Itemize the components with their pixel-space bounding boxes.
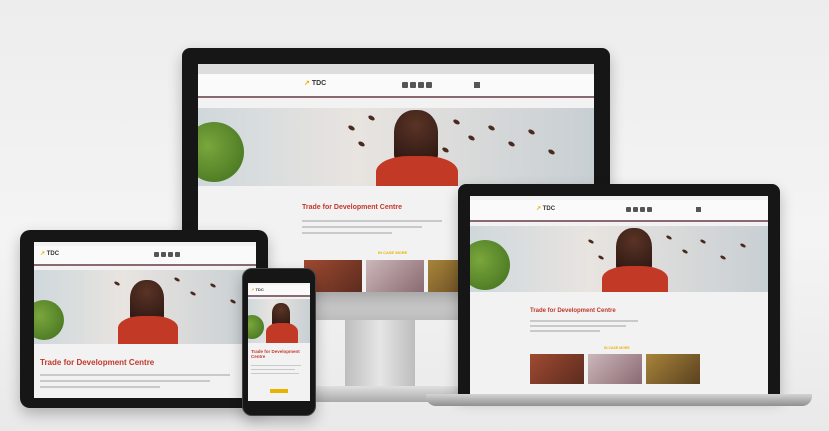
laptop-screen: ↗ TDC Trade for Development Centre IN CA… xyxy=(470,196,768,396)
nav-button[interactable] xyxy=(161,252,166,257)
logo-text: TDC xyxy=(542,206,556,212)
logo-mark: ↗ xyxy=(536,206,542,212)
tree-leaves xyxy=(34,300,64,340)
hero-title: Trade for Development Centre xyxy=(251,349,300,359)
laptop-base xyxy=(426,394,812,406)
hero-title: Trade for Development Centre xyxy=(530,308,616,314)
nav-button[interactable] xyxy=(410,82,416,88)
section-label: IN CASE MORE xyxy=(378,250,408,255)
logo-mark: ↗ xyxy=(40,251,46,257)
thumbnail[interactable] xyxy=(646,354,700,384)
laptop-bezel: ↗ TDC Trade for Development Centre IN CA… xyxy=(458,184,780,396)
farmer-figure xyxy=(616,228,652,270)
hero-image xyxy=(470,226,768,292)
site-header: ↗ TDC xyxy=(198,74,594,98)
monitor-stand xyxy=(345,318,415,390)
hero-image xyxy=(248,299,310,343)
site-logo[interactable]: ↗ TDC xyxy=(536,205,555,212)
site-header: ↗ TDC xyxy=(248,285,310,297)
tablet-screen: ↗ TDC Trade for Development Centre xyxy=(34,242,256,398)
nav-button[interactable] xyxy=(168,252,173,257)
site-logo[interactable]: ↗ TDC xyxy=(251,287,264,292)
hero-image xyxy=(198,108,594,186)
nav-button[interactable] xyxy=(426,82,432,88)
tablet-bezel: ↗ TDC Trade for Development Centre xyxy=(20,230,268,408)
logo-mark: ↗ xyxy=(304,80,310,87)
farmer-figure xyxy=(130,280,164,320)
nav-button[interactable] xyxy=(175,252,180,257)
search-icon[interactable] xyxy=(474,82,480,88)
thumbnail[interactable] xyxy=(366,260,424,292)
site-header: ↗ TDC xyxy=(470,200,768,222)
farmer-shirt xyxy=(118,316,178,344)
farmer-shirt xyxy=(602,266,668,292)
nav-buttons[interactable] xyxy=(402,82,432,88)
nav-button[interactable] xyxy=(418,82,424,88)
nav-buttons[interactable] xyxy=(626,207,652,212)
thumbnail[interactable] xyxy=(530,354,584,384)
phone-screen: ↗ TDC Trade for Development Centre xyxy=(248,283,310,401)
logo-text: TDC xyxy=(311,80,327,87)
browser-toolbar xyxy=(198,64,594,74)
search-icon[interactable] xyxy=(696,207,701,212)
logo-text: TDC xyxy=(255,287,264,292)
nav-button[interactable] xyxy=(647,207,652,212)
phone-bezel: ↗ TDC Trade for Development Centre xyxy=(242,268,316,416)
nav-button[interactable] xyxy=(633,207,638,212)
logo-text: TDC xyxy=(46,251,60,257)
site-logo[interactable]: ↗ TDC xyxy=(304,79,326,87)
hero-image xyxy=(34,270,256,344)
farmer-figure xyxy=(394,110,438,160)
hero-title: Trade for Development Centre xyxy=(302,204,402,211)
farmer-shirt xyxy=(266,323,298,343)
nav-button[interactable] xyxy=(640,207,645,212)
farmer-shirt xyxy=(376,156,458,186)
site-header: ↗ TDC xyxy=(34,246,256,266)
thumbnail[interactable] xyxy=(588,354,642,384)
farmer-figure xyxy=(272,303,290,325)
nav-button[interactable] xyxy=(626,207,631,212)
logo-mark: ↗ xyxy=(251,287,255,292)
hero-title: Trade for Development Centre xyxy=(40,358,155,367)
tree-leaves xyxy=(470,240,510,290)
site-logo[interactable]: ↗ TDC xyxy=(40,250,59,257)
tree-leaves xyxy=(198,122,244,182)
nav-button[interactable] xyxy=(402,82,408,88)
section-label-bar xyxy=(270,389,288,393)
tree-leaves xyxy=(248,315,264,339)
nav-buttons[interactable] xyxy=(154,252,180,257)
section-label: IN CASE MORE xyxy=(604,346,630,350)
nav-button[interactable] xyxy=(154,252,159,257)
